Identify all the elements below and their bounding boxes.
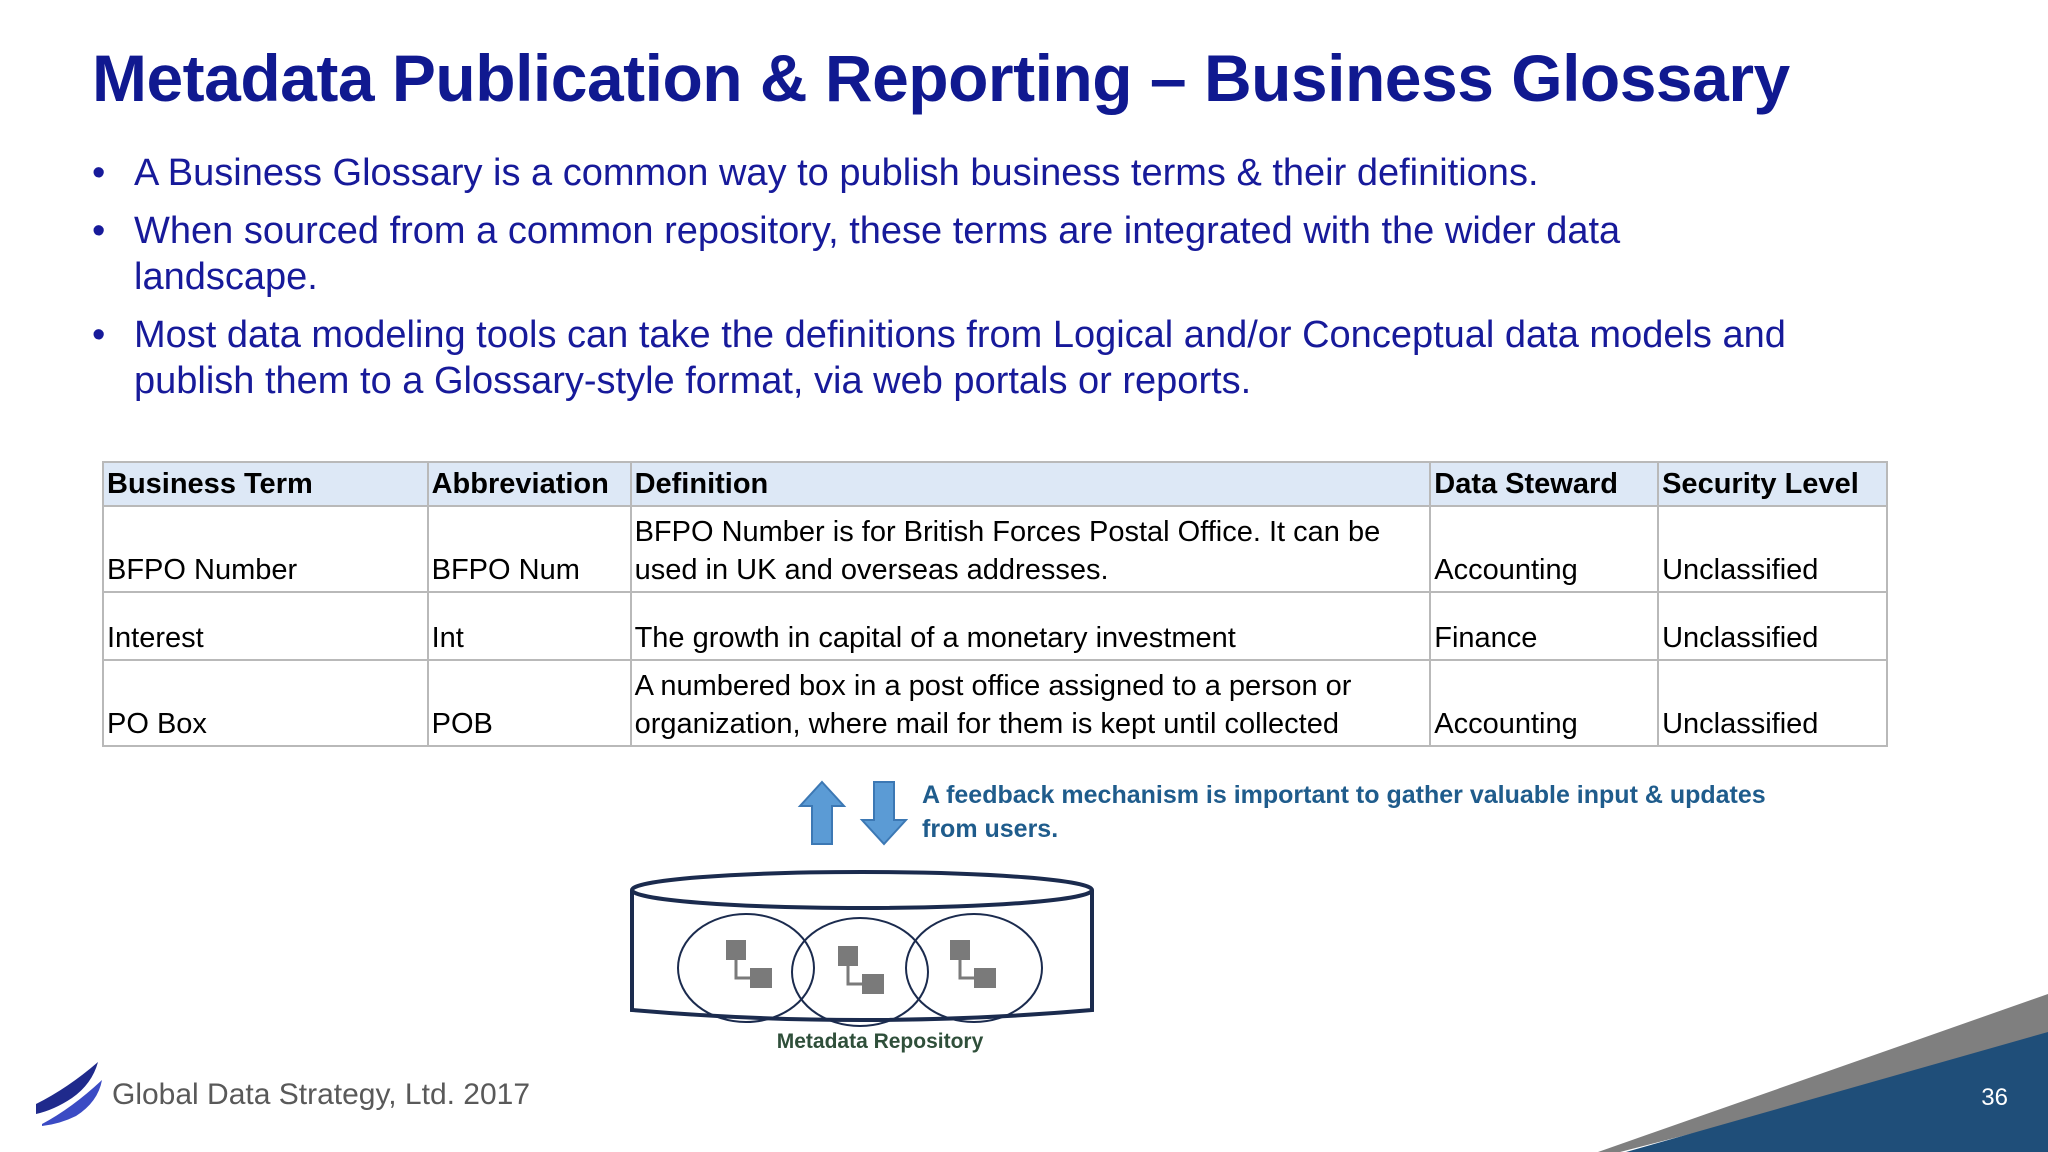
- repository-label: Metadata Repository: [776, 1030, 984, 1053]
- page-number: 36: [1981, 1084, 2008, 1111]
- column-header: Abbreviation: [426, 461, 632, 507]
- table-cell: Unclassified: [1657, 591, 1888, 661]
- slide-title: Metadata Publication & Reporting – Busin…: [92, 41, 1790, 115]
- table-cell: Int: [426, 591, 632, 661]
- corner-decoration: [1598, 994, 2048, 1152]
- table-cell: Unclassified: [1657, 659, 1888, 747]
- bullet-item: • When sourced from a common repository, …: [92, 208, 1812, 300]
- column-header: Security Level: [1657, 461, 1888, 507]
- footer-company: Global Data Strategy, Ltd. 2017: [112, 1078, 531, 1111]
- table-cell: A numbered box in a post office assigned…: [629, 659, 1432, 747]
- column-header: Definition: [629, 461, 1432, 507]
- bullet-symbol: •: [92, 210, 106, 252]
- bullet-item: • Most data modeling tools can take the d…: [92, 312, 1812, 404]
- glossary-table: Business Term Abbreviation Definition Da…: [102, 461, 1888, 747]
- table-row: BFPO Number BFPO Num BFPO Number is for …: [102, 505, 1888, 593]
- table-cell: Interest: [102, 591, 429, 661]
- table-cell: Accounting: [1429, 505, 1660, 593]
- table-cell: POB: [426, 659, 632, 747]
- bullet-item: • A Business Glossary is a common way to …: [92, 150, 1812, 196]
- table-cell: BFPO Number is for British Forces Postal…: [629, 505, 1432, 593]
- table-cell: PO Box: [102, 659, 429, 747]
- feedback-arrows: [797, 780, 908, 846]
- table-cell: The growth in capital of a monetary inve…: [629, 591, 1432, 661]
- column-header: Data Steward: [1429, 461, 1660, 507]
- table-cell: BFPO Number: [102, 505, 429, 593]
- bullet-text: A Business Glossary is a common way to p…: [134, 152, 1539, 194]
- bullet-symbol: •: [92, 152, 106, 194]
- database-icon: [630, 870, 1094, 1027]
- column-header: Business Term: [102, 461, 429, 507]
- table-cell: Accounting: [1429, 659, 1660, 747]
- table-cell: Unclassified: [1657, 505, 1888, 593]
- table-header-row: Business Term Abbreviation Definition Da…: [102, 461, 1888, 507]
- bullet-text: When sourced from a common repository, t…: [134, 210, 1621, 298]
- table-row: Interest Int The growth in capital of a …: [102, 591, 1888, 661]
- feedback-note: A feedback mechanism is important to gat…: [922, 781, 1766, 843]
- logo-icon: [36, 1062, 102, 1126]
- bullet-list: • A Business Glossary is a common way to …: [92, 150, 1812, 416]
- table-row: PO Box POB A numbered box in a post offi…: [102, 659, 1888, 747]
- table-cell: Finance: [1429, 591, 1660, 661]
- table-cell: BFPO Num: [426, 505, 632, 593]
- bullet-text: Most data modeling tools can take the de…: [134, 314, 1786, 402]
- bullet-symbol: •: [92, 314, 106, 356]
- up-arrow-icon: [797, 780, 847, 845]
- down-arrow-icon: [859, 781, 908, 846]
